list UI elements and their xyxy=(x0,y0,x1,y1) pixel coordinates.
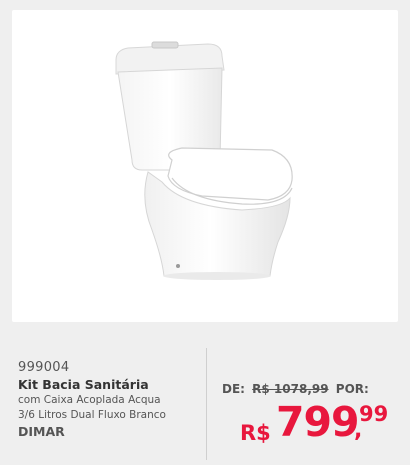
product-title[interactable]: Kit Bacia Sanitária xyxy=(18,377,208,393)
price-block: DE: R$ 1078,99 POR: R$ 799 , 99 xyxy=(222,382,402,448)
product-image-card[interactable] xyxy=(12,10,398,322)
product-info: 999004 Kit Bacia Sanitária com Caixa Aco… xyxy=(18,360,208,439)
product-sku: 999004 xyxy=(18,360,70,375)
toilet-product-image xyxy=(115,41,293,280)
price-cents: 99 xyxy=(359,402,389,426)
product-description-line-1: com Caixa Acoplada Acqua xyxy=(18,394,161,406)
from-label: DE: xyxy=(222,382,245,396)
price-currency: R$ xyxy=(240,421,271,445)
por-label: POR: xyxy=(335,382,369,396)
price-integer: 799 xyxy=(276,398,360,446)
current-price: R$ 799 , 99 xyxy=(222,396,402,448)
info-price-divider xyxy=(206,348,207,460)
old-price-line: DE: R$ 1078,99 POR: xyxy=(222,382,402,396)
product-description-line-2: 3/6 Litros Dual Fluxo Branco xyxy=(18,409,166,421)
old-price: R$ 1078,99 xyxy=(252,382,329,396)
product-brand: DIMAR xyxy=(18,424,65,439)
